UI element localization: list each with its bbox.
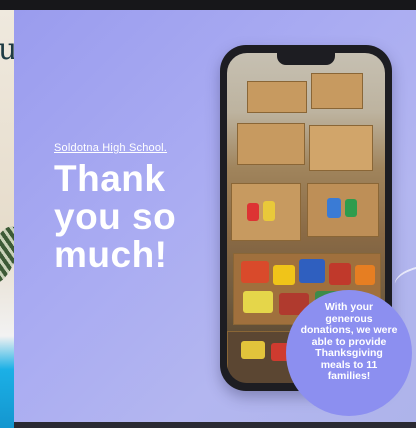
donation-message-line: With your	[324, 301, 374, 313]
food-can	[247, 203, 259, 221]
donation-message: With your generous donations, we were ab…	[300, 301, 398, 383]
food-package	[243, 291, 273, 313]
food-box	[237, 123, 305, 165]
food-box	[307, 183, 379, 237]
food-package	[355, 265, 375, 285]
headline: Thank you so much!	[54, 160, 176, 274]
adjacent-slide-lettering: u	[0, 32, 14, 67]
food-can	[327, 198, 341, 218]
food-box	[309, 125, 373, 171]
adjacent-slide-strip: u	[0, 10, 14, 428]
headline-line-2: you so	[54, 196, 177, 237]
food-package	[299, 259, 325, 283]
food-can	[263, 201, 275, 221]
phone-notch	[277, 53, 335, 65]
food-package	[329, 263, 351, 285]
donation-message-line: Thanksgiving	[315, 347, 383, 359]
decorative-swoosh	[391, 261, 416, 295]
food-can	[345, 199, 357, 217]
food-package	[241, 261, 269, 283]
leaf-decoration	[0, 222, 14, 288]
food-box	[311, 73, 363, 109]
donation-message-line: donations, we were	[300, 324, 398, 336]
window-top-bar	[0, 0, 416, 10]
slide-bottom-edge	[14, 422, 416, 428]
food-box	[247, 81, 307, 113]
headline-line-3: much!	[54, 234, 168, 275]
headline-line-1: Thank	[54, 158, 166, 199]
donation-message-line: families!	[327, 370, 371, 382]
food-package	[273, 265, 295, 285]
food-package	[241, 341, 265, 359]
school-name: Soldotna High School.	[54, 142, 168, 154]
